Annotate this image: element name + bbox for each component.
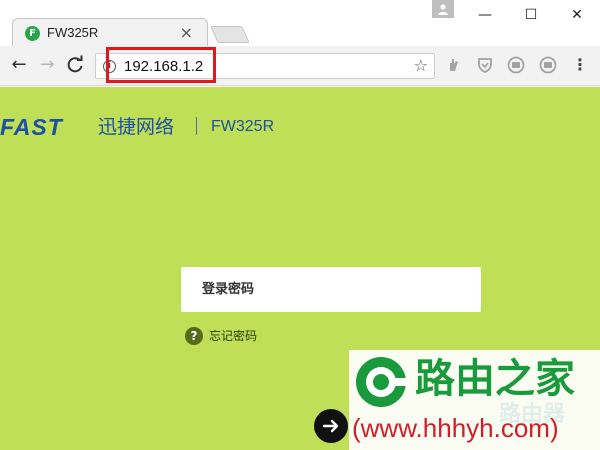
browser-tab[interactable]: F FW325R × xyxy=(12,18,208,47)
minimize-button[interactable]: — xyxy=(462,0,508,30)
password-placeholder: 登录密码 xyxy=(202,282,255,297)
back-icon[interactable]: ← xyxy=(8,54,30,76)
question-icon: ? xyxy=(185,327,203,345)
menu-icon[interactable]: ⋮ xyxy=(572,55,588,75)
password-input[interactable]: 登录密码 xyxy=(181,267,481,312)
person-icon xyxy=(438,4,448,15)
forgot-password-label: 忘记密码 xyxy=(209,329,258,343)
browser-toolbar: ← → i 192.168.1.2 ☆ ⋮ xyxy=(0,46,600,86)
address-highlight-box xyxy=(106,47,216,83)
reload-glyph xyxy=(67,55,83,73)
favicon-icon: F xyxy=(25,26,40,41)
hand-icon[interactable] xyxy=(444,55,464,75)
tab-title: FW325R xyxy=(47,25,99,40)
watermark: 路由之家 路由器 (www.hhhyh.com) xyxy=(349,350,600,450)
tab-strip: F FW325R × — ☐ ✕ xyxy=(0,0,600,47)
reload-icon[interactable] xyxy=(64,54,86,76)
bookmark-star-icon[interactable]: ☆ xyxy=(414,56,428,76)
brand-name: 迅捷网络 xyxy=(98,116,175,138)
profile-button[interactable] xyxy=(432,0,454,18)
forward-icon[interactable]: → xyxy=(36,54,58,76)
circle-icon-1[interactable] xyxy=(506,55,526,75)
login-submit-button[interactable] xyxy=(314,409,348,443)
watermark-logo-icon xyxy=(356,357,409,407)
arrow-right-icon xyxy=(322,419,339,433)
watermark-title: 路由之家 xyxy=(415,356,575,402)
close-window-button[interactable]: ✕ xyxy=(554,0,600,30)
tab-close-icon[interactable]: × xyxy=(180,24,193,41)
watermark-url: (www.hhhyh.com) xyxy=(352,413,559,443)
maximize-button[interactable]: ☐ xyxy=(508,0,554,30)
brand-model: FW325R xyxy=(211,118,275,135)
shield-icon[interactable] xyxy=(475,55,495,75)
new-tab-button[interactable] xyxy=(210,26,250,43)
brand-logo: FAST xyxy=(0,114,63,140)
circle-icon-2[interactable] xyxy=(538,55,558,75)
brand-separator xyxy=(196,117,197,135)
